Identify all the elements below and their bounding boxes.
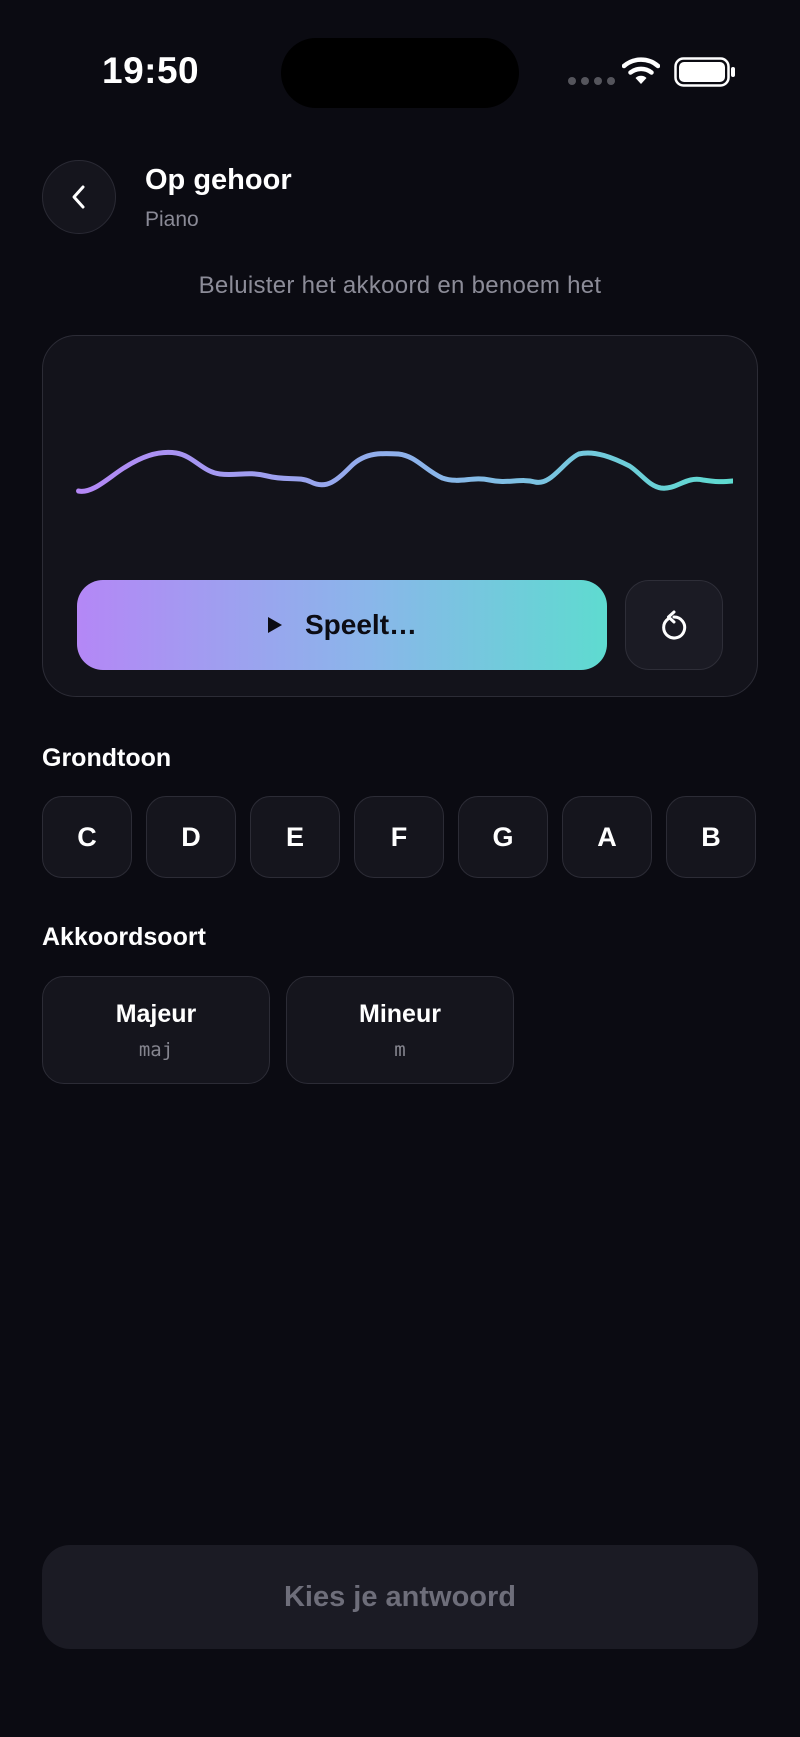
play-button-label: Speelt… [304, 609, 418, 640]
chord-type-minor-button[interactable]: Mineur m [286, 976, 514, 1084]
chord-type-symbol: m [394, 1038, 406, 1061]
dynamic-island [281, 38, 519, 108]
chord-type-major-button[interactable]: Majeur maj [42, 976, 270, 1084]
submit-answer-button[interactable]: Kies je antwoord [42, 1545, 758, 1649]
note-button-b[interactable]: B [666, 796, 756, 878]
root-note-label: Grondtoon [42, 744, 172, 772]
instruction-text: Beluister het akkoord en benoem het [198, 272, 602, 299]
replay-button[interactable] [625, 580, 723, 670]
chord-type-name: Mineur [359, 999, 441, 1028]
play-button[interactable]: Speelt… [77, 580, 607, 670]
back-button[interactable] [42, 160, 116, 234]
page-subtitle: Piano [145, 208, 199, 231]
page-title: Op gehoor [145, 164, 292, 196]
note-button-e[interactable]: E [250, 796, 340, 878]
play-icon [267, 617, 282, 633]
chord-type-symbol: maj [138, 1038, 174, 1061]
note-button-f[interactable]: F [354, 796, 444, 878]
chord-type-label: Akkoordsoort [42, 923, 206, 951]
chord-type-grid: Majeur maj Mineur m [42, 976, 514, 1084]
status-bar-time: 19:50 [102, 50, 200, 91]
root-note-grid: C D E F G A B [42, 796, 758, 878]
waveform-visualization [76, 449, 733, 494]
battery-icon [674, 57, 735, 87]
wifi-icon [622, 57, 660, 84]
note-button-c[interactable]: C [42, 796, 132, 878]
note-button-g[interactable]: G [458, 796, 548, 878]
chevron-left-icon [72, 185, 85, 209]
audio-player-card: Speelt… [42, 335, 758, 697]
note-button-a[interactable]: A [562, 796, 652, 878]
cellular-signal-icon [568, 77, 615, 85]
chord-type-name: Majeur [115, 999, 197, 1028]
note-button-d[interactable]: D [146, 796, 236, 878]
replay-icon [662, 610, 687, 640]
